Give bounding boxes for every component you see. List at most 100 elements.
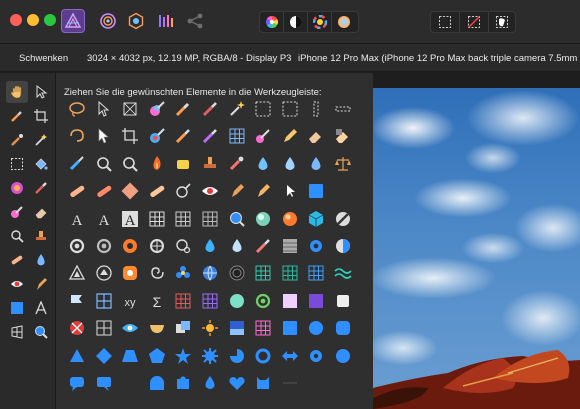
bandage-alt-icon[interactable] xyxy=(147,181,167,201)
bandage-icon[interactable] xyxy=(67,181,87,201)
cog-shape-icon[interactable] xyxy=(306,346,326,366)
flood-select-tool-button[interactable] xyxy=(30,129,52,151)
clone-tool-button[interactable] xyxy=(30,225,52,247)
magic-wand-icon[interactable] xyxy=(227,99,247,119)
blue-gradient-icon[interactable] xyxy=(227,318,247,338)
vortex-icon[interactable] xyxy=(227,263,247,283)
rainbow-ring-icon[interactable] xyxy=(253,291,273,311)
teal-pixel-icon[interactable] xyxy=(280,263,300,283)
median-drop-icon[interactable] xyxy=(306,154,326,174)
balance-button[interactable] xyxy=(332,12,356,32)
node-pen-icon[interactable] xyxy=(253,181,273,201)
mesh-icon[interactable] xyxy=(147,209,167,229)
split-grid-icon[interactable] xyxy=(94,291,114,311)
spiral-icon[interactable] xyxy=(147,263,167,283)
half-ring-icon[interactable] xyxy=(333,236,353,256)
red-eye-tool-button[interactable] xyxy=(6,273,28,295)
pastel-square-icon[interactable] xyxy=(280,291,300,311)
circle-ring-icon[interactable] xyxy=(94,236,114,256)
document-canvas[interactable] xyxy=(373,88,580,409)
healing-brush-tool-button[interactable] xyxy=(6,249,28,271)
blur-brush-tool-button[interactable] xyxy=(30,249,52,271)
orange-brush-icon[interactable] xyxy=(173,126,193,146)
paint-brush-tool-button[interactable] xyxy=(30,177,52,199)
star-shape-icon[interactable] xyxy=(173,346,193,366)
lens-ring-icon[interactable] xyxy=(147,236,167,256)
liquify-persona-button[interactable] xyxy=(96,9,120,33)
lasso-icon[interactable] xyxy=(67,99,87,119)
pen-icon[interactable] xyxy=(227,181,247,201)
blue-square-icon-2[interactable] xyxy=(280,318,300,338)
wave-icon[interactable] xyxy=(333,263,353,283)
move-tool-button[interactable] xyxy=(30,81,52,103)
zoom-window-button[interactable] xyxy=(44,14,56,26)
crop-icon[interactable] xyxy=(120,126,140,146)
export-persona-button[interactable] xyxy=(183,9,207,33)
patch-icon[interactable] xyxy=(94,181,114,201)
crop-tool-button[interactable] xyxy=(30,105,52,127)
text-box-icon[interactable]: A xyxy=(120,209,140,229)
column-select-icon[interactable] xyxy=(306,99,326,119)
hue-button[interactable] xyxy=(308,12,332,32)
zoom-icon[interactable] xyxy=(227,209,247,229)
no-entry-icon[interactable] xyxy=(67,318,87,338)
pentagon-shape-icon[interactable] xyxy=(147,346,167,366)
blue-rounded-square-icon[interactable] xyxy=(333,318,353,338)
marquee-icon[interactable] xyxy=(253,99,273,119)
zoom-tool-button[interactable] xyxy=(30,321,52,343)
sharpen-drop-icon[interactable] xyxy=(280,154,300,174)
marquee-tool-button[interactable] xyxy=(6,153,28,175)
photo-persona-button[interactable] xyxy=(61,9,85,33)
sigma-icon[interactable]: Σ xyxy=(147,291,167,311)
erase-brush-tool-button[interactable] xyxy=(30,201,52,223)
perspective-mesh-icon[interactable] xyxy=(173,209,193,229)
white-square-icon[interactable] xyxy=(333,291,353,311)
color-wheel-brush-icon[interactable] xyxy=(147,126,167,146)
pencil-icon[interactable] xyxy=(280,126,300,146)
globe-icon[interactable] xyxy=(200,263,220,283)
eyedropper-icon[interactable] xyxy=(173,99,193,119)
purple-brush-icon[interactable] xyxy=(200,126,220,146)
color-grid-icon[interactable] xyxy=(253,318,273,338)
blue-mosaic-icon[interactable] xyxy=(306,263,326,283)
close-window-button[interactable] xyxy=(10,14,22,26)
heart-shape-icon[interactable] xyxy=(227,373,247,393)
cube-icon[interactable] xyxy=(306,209,326,229)
text-a-icon[interactable]: A xyxy=(67,209,87,229)
violet-grid-icon[interactable] xyxy=(200,291,220,311)
cat-shape-icon[interactable] xyxy=(253,373,273,393)
color-replace-icon[interactable] xyxy=(253,126,273,146)
blue-square-icon[interactable] xyxy=(306,181,326,201)
flag-icon[interactable] xyxy=(67,291,87,311)
selection-brush-tool-button[interactable] xyxy=(6,129,28,151)
pie-shape-icon[interactable] xyxy=(227,346,247,366)
teal-grid-icon[interactable] xyxy=(253,263,273,283)
frame-text-icon[interactable]: A xyxy=(94,209,114,229)
color-picker-tool-button[interactable] xyxy=(6,105,28,127)
gradient-tool-button[interactable] xyxy=(6,177,28,199)
color-brush-icon[interactable] xyxy=(147,99,167,119)
xy-icon[interactable]: xy xyxy=(120,291,140,311)
dodge-tool-button[interactable] xyxy=(6,225,28,247)
tone-mapping-persona-button[interactable] xyxy=(154,9,178,33)
rectangle-tool-button[interactable] xyxy=(6,297,28,319)
dodge-icon[interactable] xyxy=(94,154,114,174)
sponge-icon[interactable] xyxy=(173,154,193,174)
aperture-icon[interactable] xyxy=(67,236,87,256)
triangle-shape-icon[interactable] xyxy=(67,346,87,366)
smudge-icon[interactable] xyxy=(67,154,87,174)
callout-shape-icon[interactable] xyxy=(94,373,114,393)
orange-circle-icon[interactable] xyxy=(120,236,140,256)
swirl-lasso-icon[interactable] xyxy=(67,126,87,146)
move-arrow-icon[interactable] xyxy=(94,99,114,119)
marquee-alt-icon[interactable] xyxy=(280,99,300,119)
diamond-shape-icon[interactable] xyxy=(94,346,114,366)
warp-mesh-icon[interactable] xyxy=(200,209,220,229)
eraser-icon[interactable] xyxy=(306,126,326,146)
marquee-button[interactable] xyxy=(431,12,460,32)
violet-square-icon[interactable] xyxy=(306,291,326,311)
clone-stamp-icon[interactable] xyxy=(200,154,220,174)
speech-bubble-shape-icon[interactable] xyxy=(67,373,87,393)
bowl-icon[interactable] xyxy=(147,318,167,338)
blur-drop-icon[interactable] xyxy=(253,154,273,174)
